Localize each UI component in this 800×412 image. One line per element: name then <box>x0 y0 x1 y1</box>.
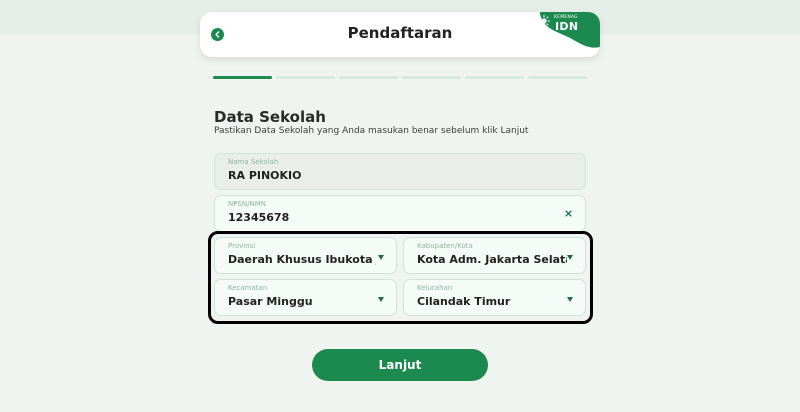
progress-step-4 <box>402 76 461 79</box>
registration-page: Pendaftaran KEMENAG IDN Data Sekolah Pas… <box>0 0 800 412</box>
npsn-value[interactable]: 12345678 <box>228 211 289 224</box>
clear-npsn-button[interactable] <box>563 208 573 218</box>
brand-name: IDN <box>555 20 579 33</box>
section-title: Data Sekolah <box>214 108 326 126</box>
school-name-field: Nama Sekolah RA PINOKIO <box>214 153 586 190</box>
npsn-label: NPSN/NMN <box>228 200 267 208</box>
progress-step-1 <box>213 76 272 79</box>
progress-step-2 <box>276 76 335 79</box>
npsn-field[interactable]: NPSN/NMN 12345678 <box>214 195 586 232</box>
close-icon <box>564 209 572 217</box>
progress-step-3 <box>339 76 398 79</box>
brand-badge: KEMENAG IDN <box>530 12 600 57</box>
continue-button[interactable]: Lanjut <box>312 349 488 381</box>
school-name-label: Nama Sekolah <box>228 158 279 166</box>
sun-icon <box>538 15 550 27</box>
header-card: Pendaftaran KEMENAG IDN <box>200 12 600 57</box>
progress-step-5 <box>465 76 524 79</box>
section-subtitle: Pastikan Data Sekolah yang Anda masukan … <box>214 126 529 136</box>
brand-logo: KEMENAG IDN <box>536 15 592 41</box>
school-name-value: RA PINOKIO <box>228 169 302 182</box>
highlight-box <box>208 231 593 324</box>
step-progress <box>213 76 587 79</box>
progress-step-6 <box>528 76 587 79</box>
